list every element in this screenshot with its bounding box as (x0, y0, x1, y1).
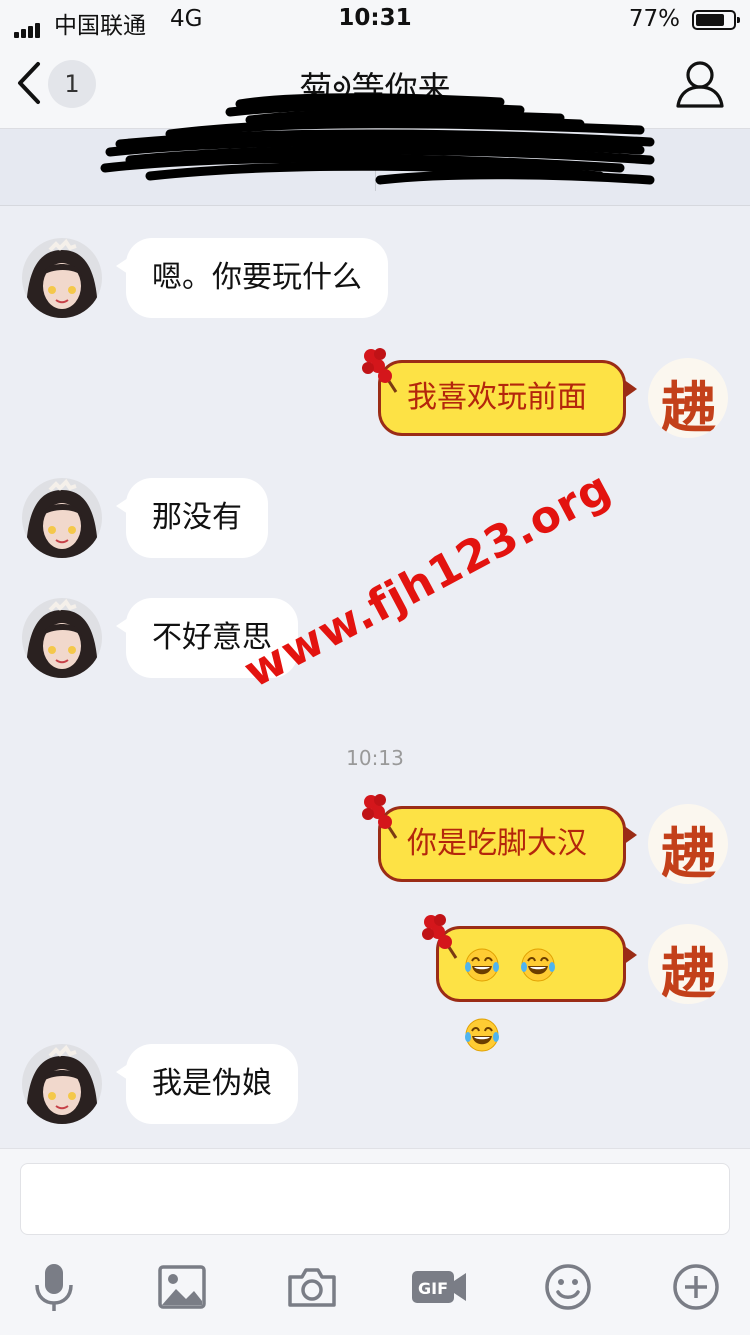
image-icon[interactable] (156, 1261, 208, 1313)
redaction-scribble (100, 93, 655, 185)
gif-icon[interactable]: GIF (410, 1261, 468, 1313)
contact-avatar[interactable] (22, 1044, 102, 1124)
microphone-icon[interactable] (28, 1261, 80, 1313)
face-with-tears-of-joy-icon (465, 948, 499, 981)
battery-percent: 77% (628, 6, 680, 32)
message-bubble-outgoing-emoji[interactable] (436, 926, 637, 1051)
my-avatar[interactable]: 䞞 (648, 358, 728, 438)
message-bubble-outgoing[interactable]: 我喜欢玩前面 (378, 360, 637, 436)
face-with-tears-of-joy-icon (465, 1018, 499, 1051)
message-bubble-incoming[interactable]: 嗯。你要玩什么 (116, 238, 388, 318)
status-bar: 中国联通 4G 10:31 77% (0, 0, 750, 40)
timestamp-divider: 10:13 (346, 746, 404, 770)
message-bubble-incoming[interactable]: 那没有 (116, 478, 268, 558)
message-bubble-incoming[interactable]: 我是伪娘 (116, 1044, 298, 1124)
my-avatar[interactable]: 䞞 (648, 924, 728, 1004)
contact-avatar[interactable] (22, 238, 102, 318)
message-text: 你是吃脚大汉 (407, 826, 587, 861)
plus-icon[interactable] (670, 1261, 722, 1313)
my-avatar[interactable]: 䞞 (648, 804, 728, 884)
camera-icon[interactable] (286, 1261, 338, 1313)
smiley-icon[interactable] (542, 1261, 594, 1313)
candied-haws-icon (422, 914, 458, 959)
input-area: GIF (0, 1148, 750, 1335)
candied-haws-icon (362, 794, 398, 839)
message-text: 我喜欢玩前面 (407, 380, 587, 415)
battery-icon (692, 10, 740, 30)
contact-avatar[interactable] (22, 478, 102, 558)
contact-avatar[interactable] (22, 598, 102, 678)
watermark-text: www.fjh123.org (236, 461, 620, 699)
message-bubble-outgoing[interactable]: 你是吃脚大汉 (378, 806, 637, 882)
face-with-tears-of-joy-icon (520, 948, 555, 981)
svg-text:GIF: GIF (418, 1279, 448, 1298)
candied-haws-icon (362, 348, 398, 393)
message-input[interactable] (20, 1163, 730, 1235)
